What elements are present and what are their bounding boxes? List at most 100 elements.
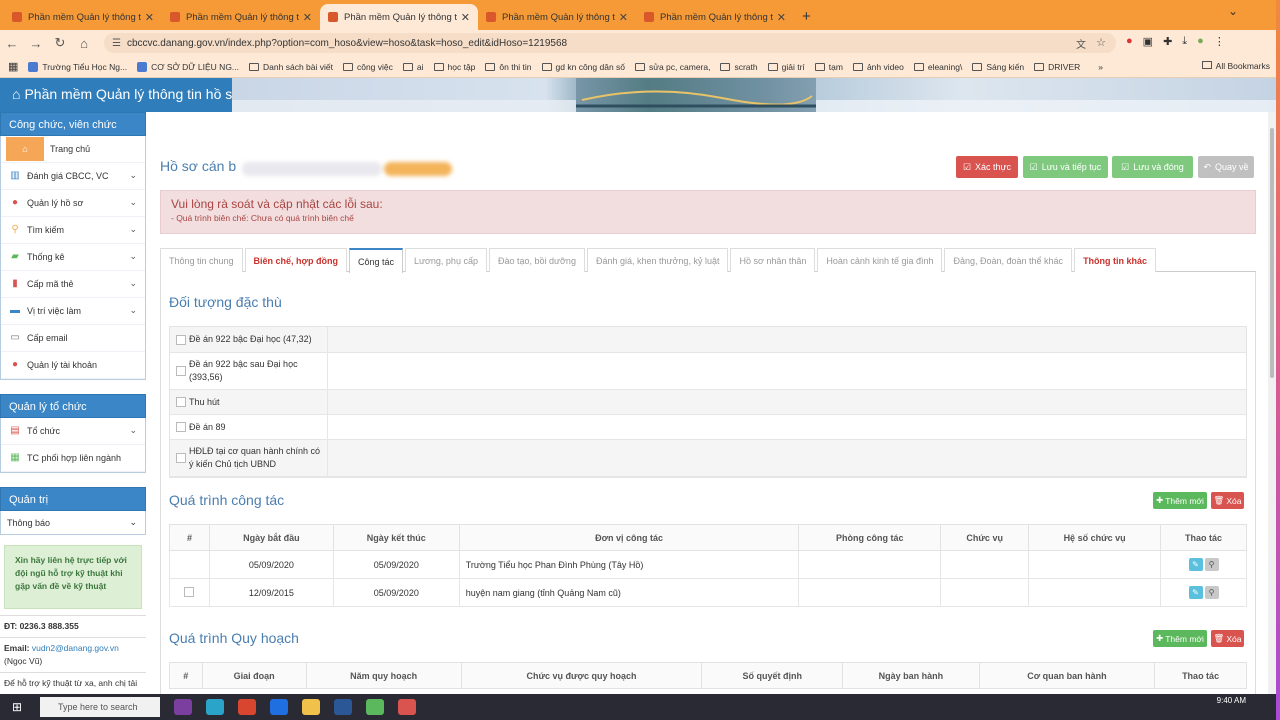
home-icon[interactable]: ⌂: [72, 36, 96, 51]
add-work-button[interactable]: ✚ Thêm mới: [1153, 492, 1207, 509]
browser-tab[interactable]: Phần mềm Quản lý thông tin h✕: [636, 4, 794, 30]
sidebar-item[interactable]: ▦ TC phối hợp liên ngành: [1, 445, 145, 472]
bookmark-item[interactable]: gd kn công dân số: [541, 62, 625, 72]
search-icon[interactable]: ⚲: [1204, 586, 1219, 599]
record-tab[interactable]: Đánh giá, khen thưởng, kỷ luật: [586, 248, 729, 272]
sidebar-item[interactable]: ● Quản lý tài khoản: [1, 352, 145, 379]
record-tab[interactable]: Lương, phụ cấp: [404, 248, 487, 272]
zalo-icon[interactable]: [270, 699, 288, 715]
record-tab[interactable]: Thông tin khác: [1074, 248, 1157, 272]
address-bar[interactable]: ☰ cbccvc.danang.gov.vn/index.php?option=…: [104, 33, 1116, 53]
bookmark-item[interactable]: giải trí: [767, 62, 805, 72]
bookmark-item[interactable]: scrath: [720, 62, 758, 72]
email-link[interactable]: vudn2@danang.gov.vn: [32, 643, 119, 653]
app-icon-1[interactable]: [174, 699, 192, 715]
close-icon[interactable]: ✕: [777, 11, 786, 24]
browser-tab[interactable]: Phần mềm Quản lý thông tin h✕: [4, 4, 162, 30]
profile-avatar[interactable]: ●: [1197, 35, 1204, 48]
taskbar-search[interactable]: Type here to search: [40, 697, 160, 717]
sidebar-item[interactable]: ⌂ Trang chủ: [1, 136, 145, 163]
special-checkbox-label[interactable]: Đề án 922 bậc Đại học (47,32): [170, 327, 328, 352]
word-icon[interactable]: [334, 699, 352, 715]
scrollbar-thumb[interactable]: [1270, 128, 1274, 378]
bookmark-item[interactable]: ai: [402, 62, 424, 72]
checkbox[interactable]: [176, 453, 186, 463]
record-tab[interactable]: Đào tạo, bồi dưỡng: [488, 248, 585, 272]
add-planning-button[interactable]: ✚ Thêm mới: [1153, 630, 1207, 647]
browser-tab[interactable]: Phần mềm Quản lý thông tin h✕: [320, 4, 478, 30]
bookmark-item[interactable]: tạm: [814, 62, 843, 72]
chrome-icon[interactable]: [238, 699, 256, 715]
record-tab[interactable]: Hồ sơ nhân thân: [730, 248, 816, 272]
page-scrollbar[interactable]: [1268, 112, 1276, 694]
bookmark-star-icon[interactable]: ☆: [1096, 36, 1106, 49]
close-icon[interactable]: ✕: [303, 11, 312, 24]
folder-icon[interactable]: [302, 699, 320, 715]
menu-icon[interactable]: ⋮: [1214, 35, 1225, 48]
sidebar-item[interactable]: ▰ Thống kê ⌄: [1, 244, 145, 271]
window-controls[interactable]: ⌄: [1228, 4, 1238, 18]
special-checkbox-label[interactable]: Thu hút: [170, 390, 328, 414]
close-icon[interactable]: ✕: [619, 11, 628, 24]
new-tab-button[interactable]: +: [794, 4, 819, 30]
record-tab[interactable]: Thông tin chung: [160, 248, 243, 272]
search-icon[interactable]: ⚲: [1204, 558, 1219, 571]
edit-icon[interactable]: ✎: [1188, 558, 1203, 571]
record-tab[interactable]: Hoàn cảnh kinh tế gia đình: [817, 248, 943, 272]
record-tab[interactable]: Biên chế, hợp đồng: [244, 248, 347, 272]
sidebar-item[interactable]: ▤ Tổ chức ⌄: [1, 418, 145, 445]
site-info-icon[interactable]: ☰: [112, 38, 121, 49]
sidebar-item[interactable]: ▮ Cấp mã thẻ ⌄: [1, 271, 145, 298]
record-tab[interactable]: Đảng, Đoàn, đoàn thể khác: [944, 248, 1073, 272]
sidebar-item[interactable]: ⚲ Tìm kiếm ⌄: [1, 217, 145, 244]
close-icon[interactable]: ✕: [461, 11, 470, 24]
apps-icon[interactable]: ▦: [8, 60, 18, 73]
windows-start-icon[interactable]: ⊞: [12, 700, 26, 714]
checkbox[interactable]: [176, 334, 186, 345]
save-continue-button[interactable]: ☑ Lưu và tiếp tục: [1023, 156, 1108, 178]
extension-abp-icon[interactable]: ●: [1126, 35, 1133, 48]
bookmark-item[interactable]: ôn thi tin: [485, 62, 532, 72]
record-tab[interactable]: Công tác: [348, 248, 403, 273]
app-title[interactable]: ⌂ Phần mềm Quản lý thông tin hồ s: [12, 86, 232, 102]
bookmark-item[interactable]: Sáng kiến: [972, 62, 1024, 72]
sidebar-item[interactable]: ▥ Đánh giá CBCC, VC ⌄: [1, 163, 145, 190]
reload-icon[interactable]: ↻: [48, 35, 72, 51]
edit-icon[interactable]: ✎: [1188, 586, 1203, 599]
bookmark-item[interactable]: Danh sách bài viết: [249, 62, 333, 72]
browser-tab[interactable]: Phần mềm Quản lý thông tin h✕: [478, 4, 636, 30]
checkbox[interactable]: [176, 397, 186, 407]
delete-work-button[interactable]: 🗑 Xóa: [1211, 492, 1244, 509]
all-bookmarks[interactable]: All Bookmarks: [1201, 61, 1270, 71]
bookmark-item[interactable]: ảnh video: [852, 62, 904, 72]
edge-icon[interactable]: [206, 699, 224, 715]
bookmark-item[interactable]: CƠ SỞ DỮ LIỆU NG...: [137, 61, 239, 72]
admin-select[interactable]: Thông báo ⌄: [0, 511, 146, 535]
save-close-button[interactable]: ☑ Lưu và đóng: [1112, 156, 1193, 178]
forward-icon[interactable]: →: [24, 36, 48, 51]
special-checkbox-label[interactable]: Đề án 922 bậc sau Đại học (393,56): [170, 353, 328, 389]
extension-icon[interactable]: ▣: [1143, 35, 1153, 48]
sidebar-item[interactable]: ▭ Cấp email: [1, 325, 145, 352]
special-checkbox-label[interactable]: Đề án 89: [170, 415, 328, 439]
puzzle-icon[interactable]: ✚: [1163, 35, 1172, 48]
browser-tab[interactable]: Phần mềm Quản lý thông tin h✕: [162, 4, 320, 30]
back-icon[interactable]: ←: [0, 36, 24, 51]
verify-button[interactable]: ☑ Xác thực: [956, 156, 1018, 178]
bookmark-item[interactable]: học tập: [433, 62, 475, 72]
translate-icon[interactable]: 文: [1076, 36, 1086, 51]
app-icon-red[interactable]: [398, 699, 416, 715]
sidebar-item[interactable]: ▬ Vị trí việc làm ⌄: [1, 298, 145, 325]
special-checkbox-label[interactable]: HĐLĐ tại cơ quan hành chính có ý kiến Ch…: [170, 440, 328, 476]
checkbox[interactable]: [176, 422, 186, 432]
bookmark-item[interactable]: Trường Tiểu Học Ng...: [28, 61, 127, 72]
bookmark-item[interactable]: công việc: [342, 62, 393, 72]
clock[interactable]: 9:40 AM: [1217, 696, 1246, 706]
download-icon[interactable]: ⤓: [1182, 35, 1187, 48]
bookmark-item[interactable]: DRIVER: [1034, 62, 1080, 72]
bookmark-item[interactable]: sửa pc, camera,: [635, 62, 710, 72]
row-checkbox[interactable]: [184, 586, 195, 597]
back-button[interactable]: ↶ Quay về: [1198, 156, 1254, 178]
more-bookmarks-icon[interactable]: »: [1098, 62, 1103, 72]
checkbox[interactable]: [176, 366, 186, 376]
